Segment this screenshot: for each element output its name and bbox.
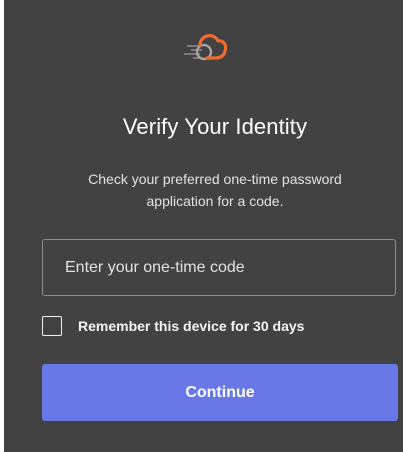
remember-device-label: Remember this device for 30 days: [78, 318, 305, 334]
one-time-code-input[interactable]: [42, 239, 396, 296]
remember-device-checkbox[interactable]: [42, 316, 62, 336]
remember-device-option[interactable]: Remember this device for 30 days: [42, 315, 304, 337]
page-subtitle: Check your preferred one-time password a…: [88, 171, 342, 209]
verification-panel: Verify Your Identity Check your preferre…: [4, 0, 403, 452]
cloud-speed-logo-icon: [184, 34, 228, 61]
continue-button[interactable]: Continue: [42, 364, 398, 421]
page-title: Verify Your Identity: [122, 114, 308, 139]
